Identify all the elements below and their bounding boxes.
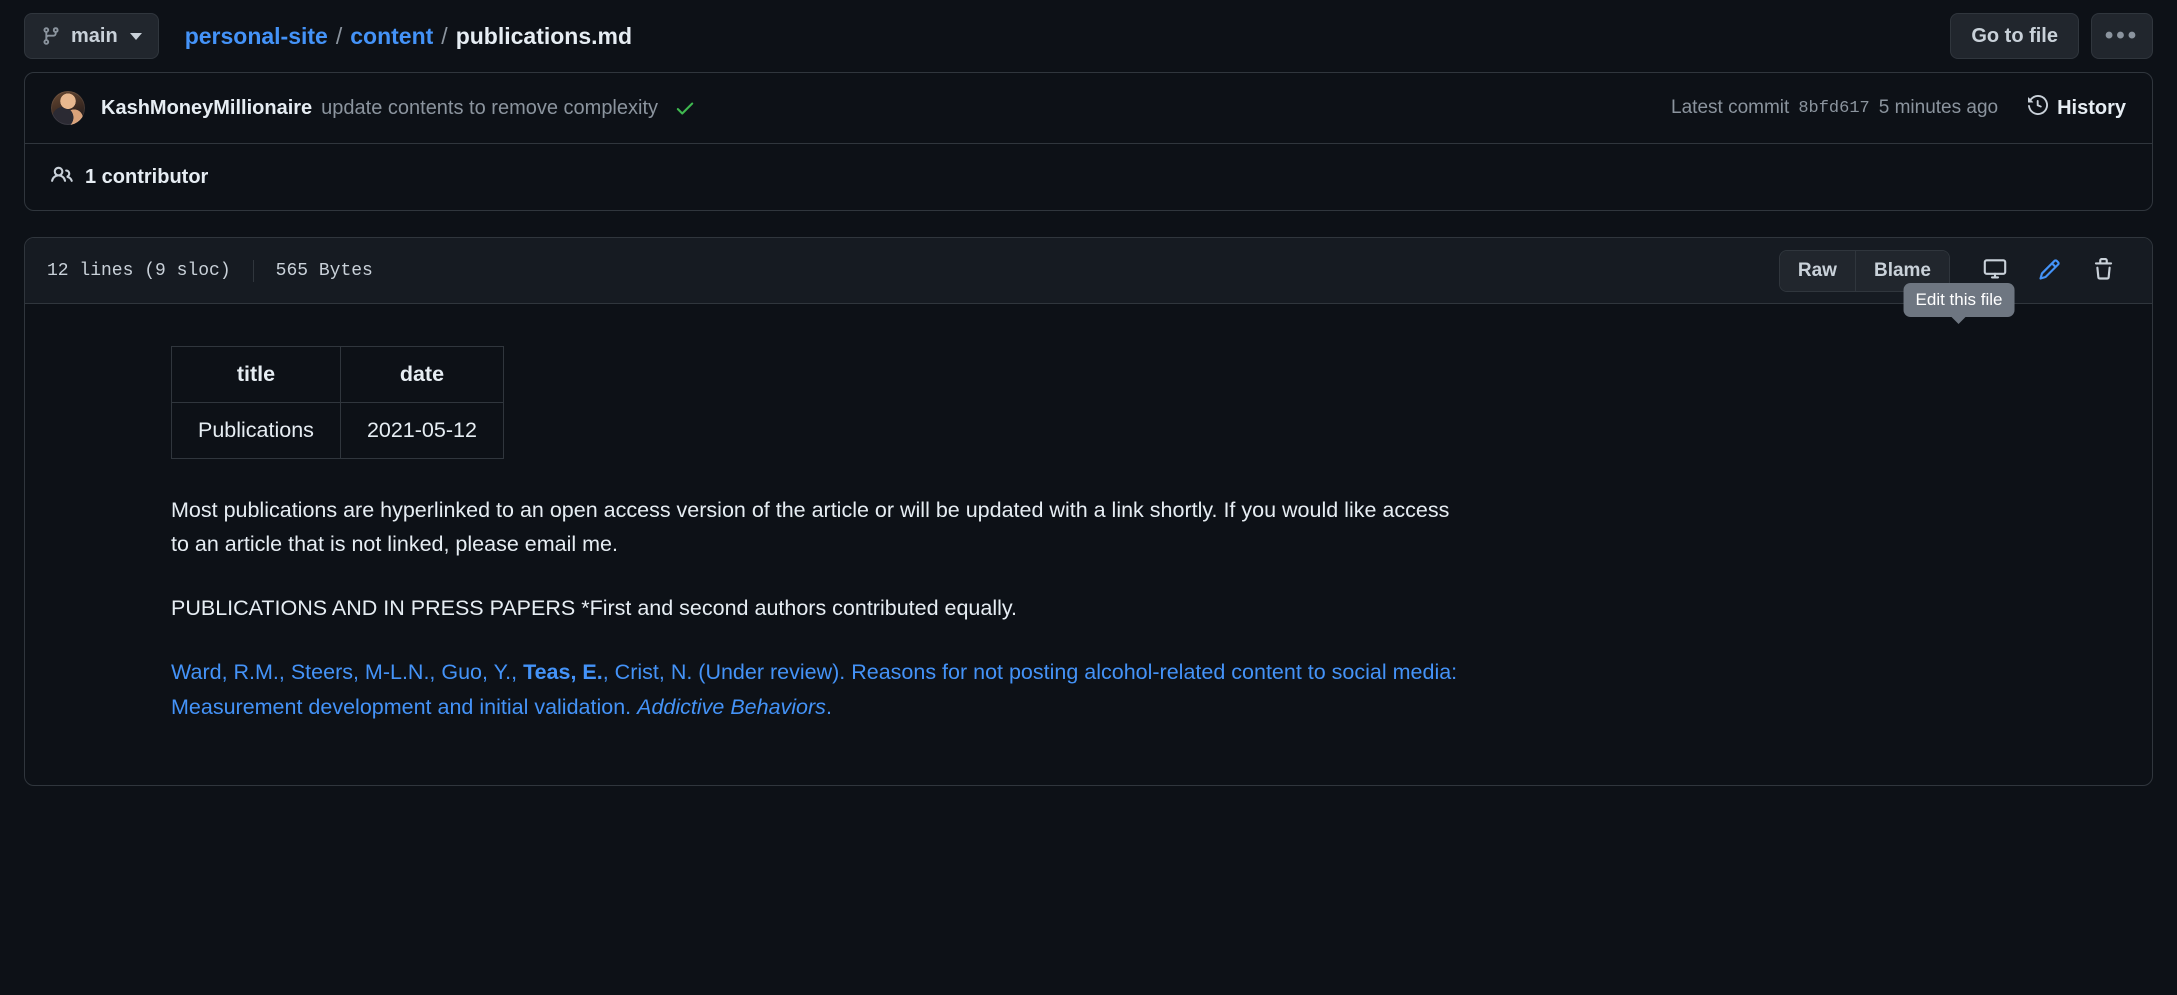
repo-toolbar: main personal-site / content / publicati… [0, 0, 2177, 72]
commit-time-ago: 5 minutes ago [1878, 97, 1999, 118]
commit-author-link[interactable]: KashMoneyMillionaire [101, 97, 312, 120]
pencil-icon [2038, 258, 2061, 284]
blame-button[interactable]: Blame [1854, 250, 1949, 291]
trash-icon [2092, 257, 2115, 284]
avatar[interactable] [51, 91, 85, 125]
table-header-title: title [171, 346, 341, 403]
citation-paragraph: Ward, R.M., Steers, M-L.N., Guo, Y., Tea… [171, 655, 1471, 725]
publications-heading-paragraph: PUBLICATIONS AND IN PRESS PAPERS *First … [171, 596, 1018, 621]
breadcrumb: personal-site / content / publications.m… [185, 23, 632, 50]
raw-button[interactable]: Raw [1779, 250, 1855, 291]
history-icon [2028, 94, 2049, 121]
markdown-content: title date Publications 2021-05-12 Most … [25, 304, 2152, 785]
desktop-download-icon [1983, 257, 2007, 284]
file-line-count: 12 lines (9 sloc) [47, 260, 231, 281]
chevron-down-icon [129, 32, 142, 40]
file-actions: Raw Blame [1778, 249, 2130, 292]
table-cell-date: 2021-05-12 [339, 401, 504, 459]
git-branch-icon [41, 26, 61, 46]
commit-sha[interactable]: 8bfd617 [1798, 99, 1869, 118]
breadcrumb-separator-2: / [441, 22, 448, 49]
edit-file-button[interactable] [2022, 250, 2076, 292]
table-cell-title: Publications [171, 401, 341, 459]
toolbar-actions: Go to file ••• [1950, 13, 2153, 59]
history-button[interactable]: History [2028, 94, 2126, 121]
latest-commit-label: Latest commit [1671, 97, 1790, 118]
frontmatter-table: title date Publications 2021-05-12 [171, 346, 504, 459]
branch-selector-button[interactable]: main [24, 13, 159, 59]
contributors-row: 1 contributor [25, 144, 2152, 210]
check-icon [674, 97, 696, 119]
citation-bold-author: Teas, E. [523, 660, 603, 685]
file-size: 565 Bytes [275, 260, 373, 281]
history-label: History [2057, 96, 2126, 119]
commit-meta: Latest commit 8bfd617 5 minutes ago Hist… [1671, 94, 2126, 121]
commit-message-link[interactable]: update contents to remove complexity [321, 97, 658, 120]
people-icon [51, 164, 73, 191]
delete-file-button[interactable] [2076, 250, 2130, 292]
citation-part-3: . [825, 694, 832, 719]
breadcrumb-repo-link[interactable]: personal-site [185, 23, 328, 50]
raw-blame-group: Raw Blame [1778, 249, 1950, 292]
table-header-date: date [339, 346, 504, 403]
more-options-button[interactable]: ••• [2091, 13, 2153, 59]
branch-name: main [71, 24, 118, 47]
file-header: 12 lines (9 sloc) 565 Bytes Raw Blame [25, 238, 2152, 304]
contributors-count[interactable]: 1 contributor [85, 166, 208, 189]
citation-journal: Addictive Behaviors [637, 694, 826, 719]
go-to-file-button[interactable]: Go to file [1950, 13, 2079, 59]
file-panel: 12 lines (9 sloc) 565 Bytes Raw Blame ti… [24, 237, 2153, 786]
open-in-desktop-button[interactable] [1968, 250, 2022, 292]
file-stats: 12 lines (9 sloc) 565 Bytes [47, 259, 373, 282]
latest-commit-panel: KashMoneyMillionaire update contents to … [24, 72, 2153, 211]
breadcrumb-separator-1: / [335, 22, 343, 49]
citation-part-1: Ward, R.M., Steers, M-L.N., Guo, Y., [171, 660, 524, 685]
table-row: Publications 2021-05-12 [171, 401, 504, 459]
file-stats-divider [252, 259, 254, 282]
breadcrumb-folder-link[interactable]: content [350, 23, 433, 50]
intro-paragraph: Most publications are hyperlinked to an … [171, 497, 1450, 557]
breadcrumb-current-file: publications.md [455, 22, 633, 49]
commit-row: KashMoneyMillionaire update contents to … [25, 73, 2152, 143]
table-header-row: title date [171, 346, 504, 403]
